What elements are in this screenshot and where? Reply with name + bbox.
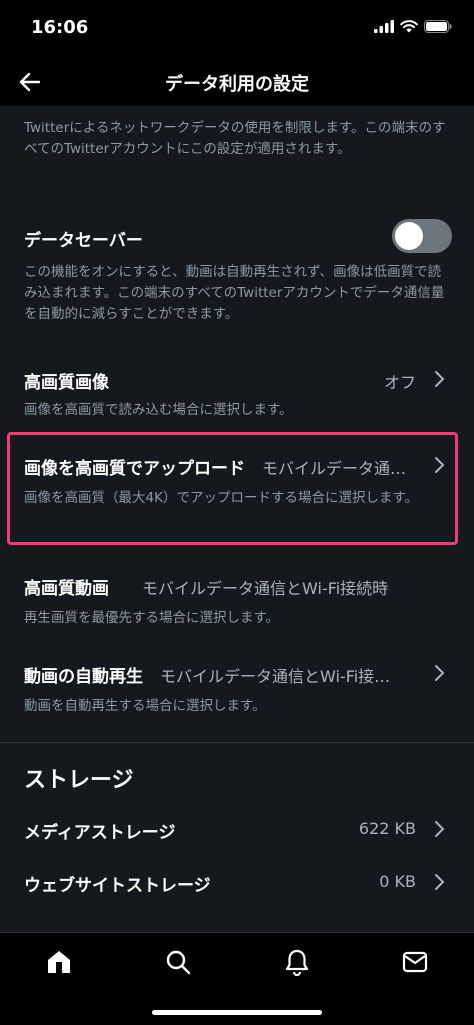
intro-description: Twitterによるネットワークデータの使用を制限します。この端末のすべてのTw… xyxy=(24,120,446,157)
chevron-right-icon xyxy=(435,665,445,681)
data-saver-description: この機能をオンにすると、動画は自動再生されず、画像は低画質で読み込まれます。この… xyxy=(24,264,445,322)
tab-messages[interactable] xyxy=(398,945,432,979)
website-storage-label: ウェブサイトストレージ xyxy=(24,876,211,896)
hq-upload-value: モバイルデータ通… xyxy=(262,459,407,478)
tab-home[interactable] xyxy=(42,945,76,979)
data-saver-label: データセーバー xyxy=(24,231,143,251)
hq-video-label: 高画質動画 xyxy=(24,579,109,599)
settings-content: Twitterによるネットワークデータの使用を制限します。この端末のすべてのTw… xyxy=(0,106,474,932)
page-title: データ利用の設定 xyxy=(165,74,309,95)
chevron-right-icon xyxy=(435,371,445,387)
section-divider xyxy=(0,742,474,743)
bell-icon xyxy=(285,949,309,976)
hq-images-label: 高画質画像 xyxy=(24,373,109,393)
status-bar: 16:06 xyxy=(0,0,474,56)
media-storage-value: 622 KB xyxy=(358,819,416,838)
hq-video-description: 再生画質を最優先する場合に選択します。 xyxy=(24,610,280,626)
cellular-signal-icon xyxy=(374,20,394,33)
hq-images-value: オフ xyxy=(383,373,416,392)
hq-upload-description: 画像を高画質（最大4K）でアップロードする場合に選択します。 xyxy=(24,490,419,506)
data-saver-toggle[interactable] xyxy=(392,219,452,253)
hq-video-value: モバイルデータ通信とWi-Fi接続時 xyxy=(142,579,389,598)
autoplay-value: モバイルデータ通信とWi-Fi接… xyxy=(160,667,391,686)
home-indicator xyxy=(152,1010,322,1015)
media-storage-label: メディアストレージ xyxy=(24,823,176,843)
tab-notifications[interactable] xyxy=(280,945,314,979)
autoplay-label: 動画の自動再生 xyxy=(24,667,143,687)
chevron-right-icon xyxy=(435,821,445,837)
autoplay-description: 動画を自動再生する場合に選択します。 xyxy=(24,698,266,714)
search-icon xyxy=(166,950,191,975)
website-storage-value: 0 KB xyxy=(379,872,416,891)
chevron-right-icon xyxy=(435,457,445,473)
storage-section-title: ストレージ xyxy=(24,768,134,793)
mail-icon xyxy=(402,951,428,973)
battery-icon xyxy=(424,20,452,33)
navigation-bar: データ利用の設定 xyxy=(0,56,474,106)
home-icon xyxy=(48,951,70,973)
toggle-knob xyxy=(395,222,423,250)
status-time: 16:06 xyxy=(31,17,89,38)
hq-images-description: 画像を高画質で読み込む場合に選択します。 xyxy=(24,402,293,418)
hq-upload-label: 画像を高画質でアップロード xyxy=(24,459,245,479)
status-icons xyxy=(374,20,452,33)
bottom-tab-bar xyxy=(0,932,474,1025)
wifi-icon xyxy=(400,20,418,33)
tab-search[interactable] xyxy=(161,945,195,979)
chevron-right-icon xyxy=(435,874,445,890)
